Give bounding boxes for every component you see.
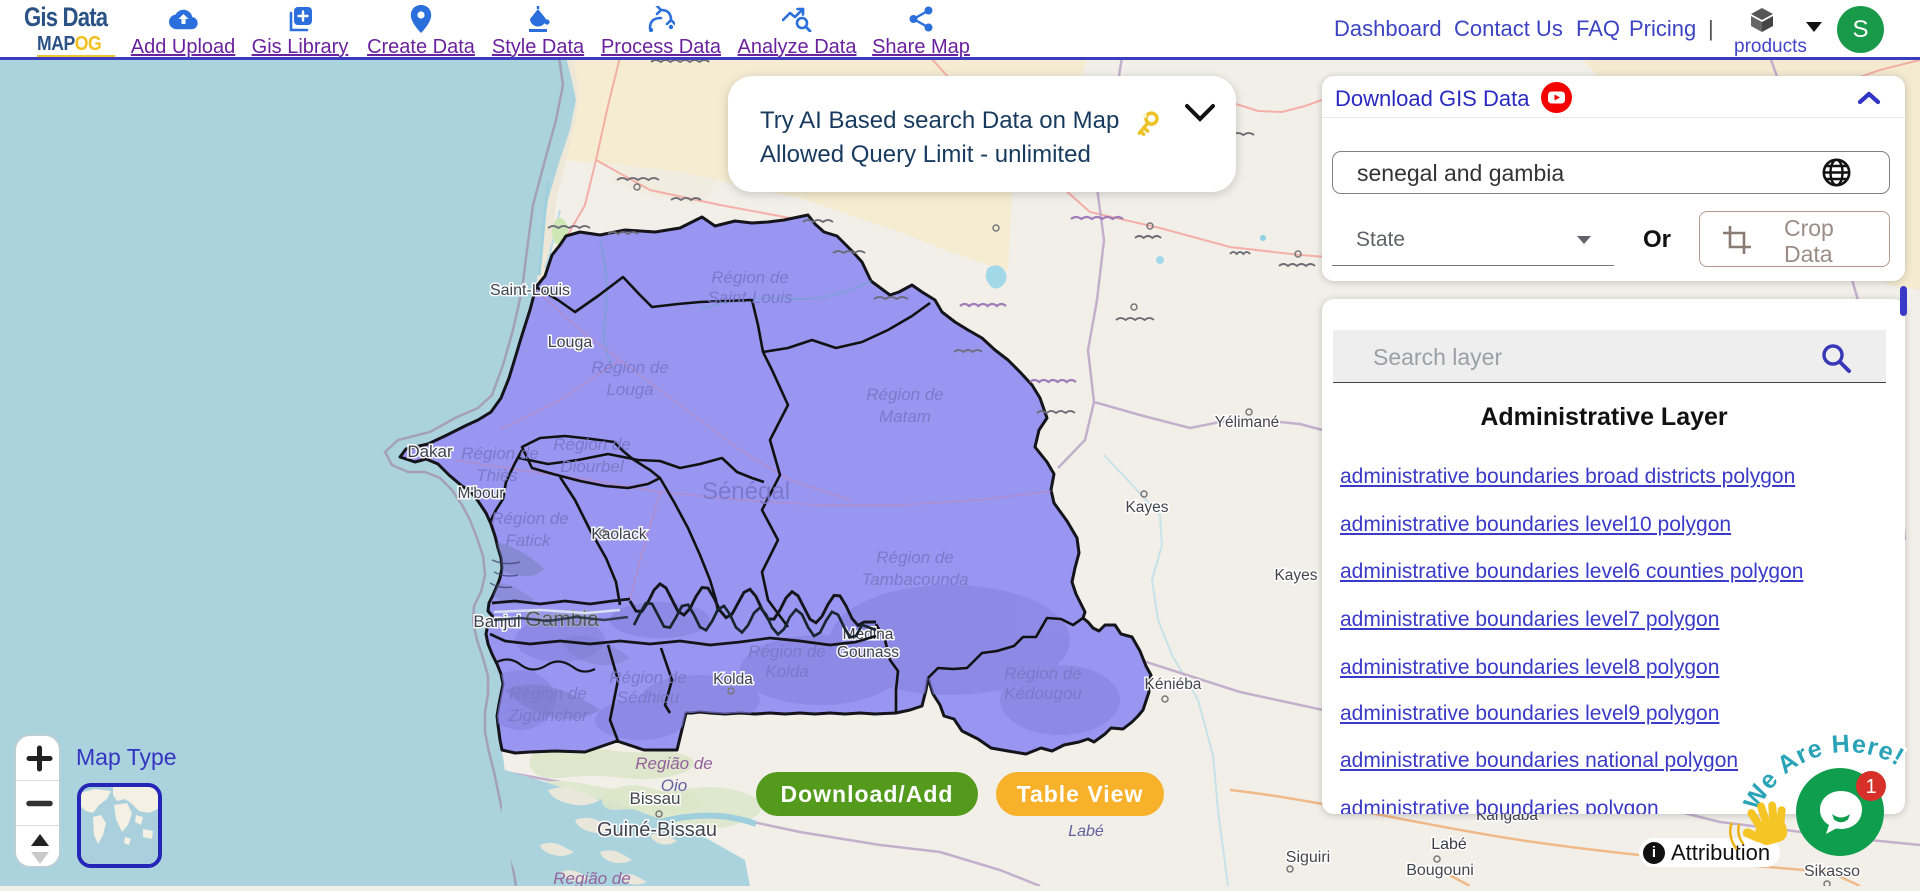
svg-text:Banjul: Banjul <box>473 612 520 631</box>
svg-text:Fatick: Fatick <box>505 531 552 550</box>
svg-text:Kayes: Kayes <box>1274 567 1317 584</box>
svg-text:Région de: Région de <box>553 435 631 454</box>
svg-text:Région de: Région de <box>461 444 539 463</box>
svg-text:M'bour: M'bour <box>458 485 505 502</box>
svg-text:Louga: Louga <box>548 334 593 351</box>
svg-text:Gounass: Gounass <box>837 644 899 661</box>
svg-text:Oio: Oio <box>661 776 687 795</box>
svg-text:Medina: Medina <box>843 626 894 643</box>
svg-text:Bougouni: Bougouni <box>1406 862 1474 879</box>
svg-text:Région de: Région de <box>876 548 954 567</box>
svg-text:Région de: Région de <box>748 642 826 661</box>
svg-text:Região de: Região de <box>553 869 631 886</box>
svg-text:Siguiri: Siguiri <box>1286 849 1330 866</box>
svg-text:Région de: Région de <box>509 684 587 703</box>
svg-text:Kayes: Kayes <box>1125 499 1168 516</box>
svg-text:Ziguinchor: Ziguinchor <box>507 706 589 725</box>
svg-text:Saint-Louis: Saint-Louis <box>707 288 793 307</box>
svg-text:1: 1 <box>1865 776 1876 798</box>
svg-text:Région de: Région de <box>866 385 944 404</box>
svg-text:Louga: Louga <box>606 380 653 399</box>
svg-text:Labé: Labé <box>1431 836 1467 853</box>
svg-text:Région de: Région de <box>609 668 687 687</box>
svg-text:Région de: Région de <box>1004 664 1082 683</box>
svg-text:Tambacounda: Tambacounda <box>861 570 968 589</box>
svg-text:Thiès: Thiès <box>476 466 518 485</box>
svg-text:Région de: Région de <box>491 509 569 528</box>
svg-text:Sénégal: Sénégal <box>702 478 790 505</box>
svg-text:Guiné-Bissau: Guiné-Bissau <box>597 819 717 841</box>
svg-text:Région de: Région de <box>711 268 789 287</box>
svg-text:Kolda: Kolda <box>713 671 753 688</box>
svg-text:Sédhiou: Sédhiou <box>617 688 680 707</box>
svg-text:Região de: Região de <box>635 754 713 773</box>
svg-text:Kéniéba: Kéniéba <box>1145 676 1202 693</box>
svg-text:Diourbel: Diourbel <box>560 457 625 476</box>
svg-text:Matam: Matam <box>879 407 931 426</box>
svg-text:Région de: Région de <box>591 358 669 377</box>
svg-text:Yélimané: Yélimané <box>1215 414 1280 431</box>
svg-text:Dakar: Dakar <box>407 442 453 461</box>
svg-text:Kédougou: Kédougou <box>1004 684 1082 703</box>
svg-text:Kolda: Kolda <box>765 662 808 681</box>
svg-text:Labé: Labé <box>1068 823 1104 840</box>
svg-text:Saint-Louis: Saint-Louis <box>490 282 570 299</box>
